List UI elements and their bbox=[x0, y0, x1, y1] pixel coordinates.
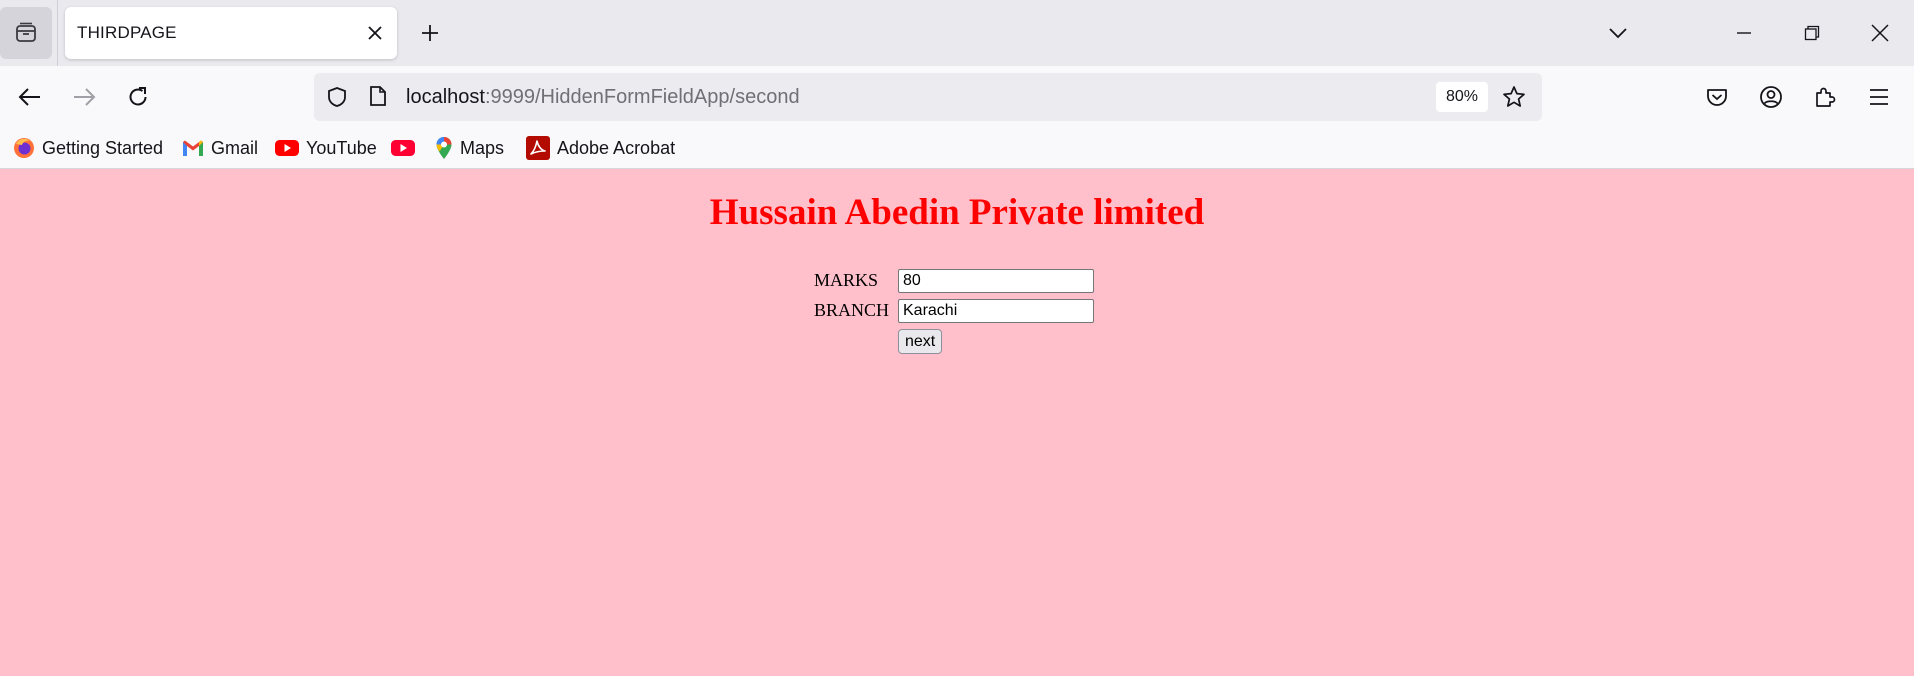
pocket-icon bbox=[1707, 89, 1727, 106]
chevron-down-icon bbox=[1609, 28, 1627, 39]
bookmark-label: Maps bbox=[460, 137, 505, 158]
url-path: :9999/HiddenFormFieldApp/second bbox=[484, 86, 800, 108]
branch-label: BRANCH bbox=[814, 300, 890, 320]
next-button[interactable]: next bbox=[898, 329, 943, 354]
marks-label: MARKS bbox=[814, 270, 879, 290]
tab-list-icon bbox=[16, 22, 36, 42]
page-icon bbox=[370, 86, 386, 106]
url-host: localhost bbox=[406, 86, 485, 108]
bookmark-maps[interactable]: Maps bbox=[435, 134, 504, 162]
bookmark-label: Gmail bbox=[211, 137, 259, 158]
bookmark-label: Getting Started bbox=[42, 137, 164, 158]
minimize-button[interactable] bbox=[1724, 13, 1764, 53]
maps-icon bbox=[436, 137, 452, 159]
tab-overview-button[interactable] bbox=[0, 7, 52, 59]
bookmark-getting-started[interactable]: Getting Started bbox=[13, 134, 163, 162]
minimize-icon bbox=[1737, 32, 1751, 34]
reload-icon bbox=[129, 87, 147, 106]
tab-close-button[interactable] bbox=[361, 19, 389, 47]
plus-icon bbox=[422, 25, 438, 41]
acrobat-icon bbox=[526, 136, 550, 160]
tab-separator bbox=[57, 0, 58, 66]
star-icon[interactable] bbox=[1502, 85, 1526, 109]
bookmark-label: Adobe Acrobat bbox=[557, 137, 676, 158]
new-tab-button[interactable] bbox=[414, 17, 446, 49]
firefox-icon bbox=[14, 138, 34, 158]
bookmark-youtube[interactable]: YouTube bbox=[275, 134, 377, 162]
bookmark-youtube-icon-only[interactable] bbox=[391, 134, 415, 162]
pocket-button[interactable] bbox=[1699, 79, 1735, 115]
list-all-tabs-button[interactable] bbox=[1598, 13, 1638, 53]
bookmark-gmail[interactable]: Gmail bbox=[182, 134, 258, 162]
gmail-icon bbox=[183, 140, 203, 156]
navigation-toolbar: localhost:9999/HiddenFormFieldApp/second… bbox=[0, 66, 1914, 128]
youtube-icon bbox=[275, 140, 299, 156]
shield-icon bbox=[328, 87, 346, 107]
account-icon bbox=[1760, 86, 1782, 108]
back-button[interactable] bbox=[12, 79, 48, 115]
hamburger-menu-icon bbox=[1870, 89, 1888, 105]
branch-input[interactable] bbox=[898, 299, 1094, 323]
bookmark-adobe-acrobat[interactable]: Adobe Acrobat bbox=[526, 134, 675, 162]
forward-button[interactable] bbox=[66, 79, 102, 115]
page-content: Hussain Abedin Private limited MARKS BRA… bbox=[0, 169, 1914, 676]
arrow-left-icon bbox=[18, 88, 40, 106]
address-bar[interactable]: localhost:9999/HiddenFormFieldApp/second… bbox=[314, 73, 1542, 121]
bookmark-label: YouTube bbox=[306, 137, 377, 158]
tab-title: THIRDPAGE bbox=[77, 23, 177, 42]
url-text[interactable]: localhost:9999/HiddenFormFieldApp/second bbox=[406, 73, 800, 121]
puzzle-icon bbox=[1816, 87, 1836, 107]
reload-button[interactable] bbox=[120, 79, 156, 115]
menu-button[interactable] bbox=[1861, 79, 1897, 115]
close-icon bbox=[368, 26, 382, 40]
tab-strip: THIRDPAGE bbox=[0, 0, 1914, 66]
close-icon bbox=[1871, 24, 1889, 42]
window-close-button[interactable] bbox=[1860, 13, 1900, 53]
marks-input[interactable] bbox=[898, 269, 1094, 293]
zoom-level-button[interactable]: 80% bbox=[1436, 82, 1489, 112]
page-heading: Hussain Abedin Private limited bbox=[709, 192, 1205, 233]
youtube-icon bbox=[391, 140, 415, 156]
arrow-right-icon bbox=[74, 88, 96, 106]
extensions-button[interactable] bbox=[1807, 79, 1843, 115]
tab-active[interactable]: THIRDPAGE bbox=[65, 7, 397, 59]
restore-button[interactable] bbox=[1792, 13, 1832, 53]
restore-icon bbox=[1804, 25, 1820, 41]
account-button[interactable] bbox=[1753, 79, 1789, 115]
bookmarks-toolbar: Getting Started Gmail YouTube Maps Adobe… bbox=[0, 128, 1914, 169]
